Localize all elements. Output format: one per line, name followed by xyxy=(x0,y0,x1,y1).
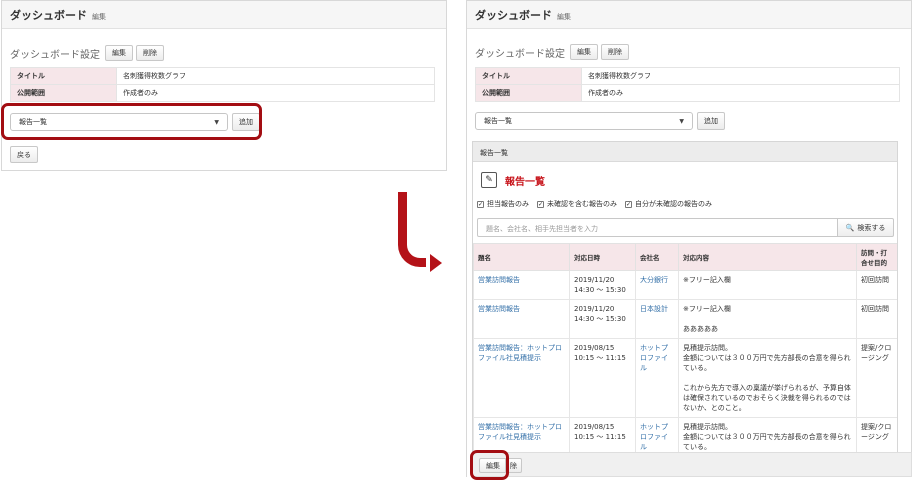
widget-select-value: 報告一覧 xyxy=(484,117,512,125)
chevron-down-icon: ▼ xyxy=(679,117,684,125)
info-value: 作成者のみ xyxy=(116,84,435,102)
add-widget-button[interactable]: 追加 xyxy=(232,113,260,131)
company-link[interactable]: 大分銀行 xyxy=(640,276,668,284)
settings-label: ダッシュボード設定 xyxy=(475,48,565,60)
company-link[interactable]: ホットプロファイル xyxy=(640,423,668,451)
table-row: 営業訪問報告：ホットプロファイル社見積提示 2019/08/15 10:15 ～… xyxy=(473,338,897,418)
widget-header: 報告一覧 xyxy=(473,142,897,162)
table-row: 営業訪問報告：ホットプロファイル社見積提示 2019/08/15 10:15 ～… xyxy=(473,417,897,452)
settings-delete-button[interactable]: 削除 xyxy=(601,44,629,60)
column-header[interactable]: 会社名 xyxy=(635,243,679,271)
page-title: ダッシュボード xyxy=(10,9,87,22)
report-purpose: 初回訪問 xyxy=(856,270,897,300)
arrow-head-icon xyxy=(430,254,442,272)
arrow-icon xyxy=(398,192,426,267)
report-datetime: 2019/08/15 10:15 ～ 11:15 xyxy=(569,417,636,452)
info-table: タイトル 名刺獲得枚数グラフ 公開範囲 作成者のみ xyxy=(10,67,435,102)
report-title-link[interactable]: 営業訪問報告：ホットプロファイル社見積提示 xyxy=(478,344,562,362)
filter-label: 未確認を含む報告のみ xyxy=(547,200,617,208)
filter-label: 自分が未確認の報告のみ xyxy=(635,200,712,208)
info-key: タイトル xyxy=(10,67,117,85)
filter-own-reports[interactable]: ✓ 担当報告のみ xyxy=(477,199,529,209)
info-key: タイトル xyxy=(475,67,582,85)
report-datetime: 2019/11/20 14:30 ～ 15:30 xyxy=(569,270,636,300)
widget-select[interactable]: 報告一覧 ▼ xyxy=(10,113,228,131)
report-datetime: 2019/11/20 14:30 ～ 15:30 xyxy=(569,299,636,339)
column-header[interactable]: 対応内容 xyxy=(678,243,857,271)
settings-row: ダッシュボード設定 編集 削除 xyxy=(475,44,629,60)
search-icon: 🔍 xyxy=(845,223,855,232)
settings-edit-button[interactable]: 編集 xyxy=(570,44,598,60)
settings-row: ダッシュボード設定 編集 削除 xyxy=(10,45,164,61)
page-title: ダッシュボード xyxy=(475,9,552,22)
header-edit-link[interactable]: 編集 xyxy=(92,12,106,22)
company-link[interactable]: 日本設計 xyxy=(640,305,668,313)
widget-select-row: 報告一覧 ▼ 追加 xyxy=(475,112,725,130)
report-title-link[interactable]: 営業訪問報告 xyxy=(478,305,520,313)
report-purpose: 提案/クロージング xyxy=(856,338,897,418)
info-value: 名刺獲得枚数グラフ xyxy=(116,67,435,85)
info-row: タイトル 名刺獲得枚数グラフ xyxy=(475,67,900,85)
info-row: タイトル 名刺獲得枚数グラフ xyxy=(10,67,435,85)
table-row: 営業訪問報告 2019/11/20 14:30 ～ 15:30 日本設計 ※フリ… xyxy=(473,299,897,339)
table-row: 営業訪問報告 2019/11/20 14:30 ～ 15:30 大分銀行 ※フリ… xyxy=(473,270,897,300)
report-purpose: 提案/クロージング xyxy=(856,417,897,452)
info-row: 公開範囲 作成者のみ xyxy=(10,84,435,102)
widget-delete-button[interactable]: 除 xyxy=(505,458,522,473)
search-button[interactable]: 🔍 検索する xyxy=(838,218,894,237)
info-value: 作成者のみ xyxy=(581,84,900,102)
report-title-link[interactable]: 営業訪問報告 xyxy=(478,276,520,284)
settings-delete-button[interactable]: 削除 xyxy=(136,45,164,61)
report-content: ※フリー記入欄 あああああ xyxy=(678,299,857,339)
column-header[interactable]: 題名 xyxy=(473,243,570,271)
report-content: ※フリー記入欄 xyxy=(678,270,857,300)
report-purpose: 初回訪問 xyxy=(856,299,897,339)
column-header[interactable]: 対応日時 xyxy=(569,243,636,271)
settings-edit-button[interactable]: 編集 xyxy=(105,45,133,61)
report-table: 題名 対応日時 会社名 対応内容 訪問・打合せ目的 営業訪問報告 2019/11… xyxy=(473,243,897,452)
widget-select[interactable]: 報告一覧 ▼ xyxy=(475,112,693,130)
info-key: 公開範囲 xyxy=(10,84,117,102)
info-key: 公開範囲 xyxy=(475,84,582,102)
back-button[interactable]: 戻る xyxy=(10,146,38,163)
search-bar: 題名、会社名、相手先担当者を入力 🔍 検索する xyxy=(477,218,894,237)
left-panel-header: ダッシュボード 編集 xyxy=(2,1,446,29)
report-datetime: 2019/08/15 10:15 ～ 11:15 xyxy=(569,338,636,418)
company-link[interactable]: ホットプロファイル xyxy=(640,344,668,372)
widget-select-row: 報告一覧 ▼ 追加 xyxy=(10,113,260,131)
widget-select-value: 報告一覧 xyxy=(19,118,47,126)
settings-label: ダッシュボード設定 xyxy=(10,49,100,61)
report-title-link[interactable]: 営業訪問報告：ホットプロファイル社見積提示 xyxy=(478,423,562,441)
left-dashboard-panel: ダッシュボード 編集 ダッシュボード設定 編集 削除 タイトル 名刺獲得枚数グラ… xyxy=(1,0,447,171)
report-list-widget: 報告一覧 ✎ 報告一覧 ✓ 担当報告のみ ✓ 未確認を含む報告のみ ✓ 自分が未確認の… xyxy=(472,141,898,453)
filter-label: 担当報告のみ xyxy=(487,200,529,208)
info-table: タイトル 名刺獲得枚数グラフ 公開範囲 作成者のみ xyxy=(475,67,900,102)
info-value: 名刺獲得枚数グラフ xyxy=(581,67,900,85)
filter-checkboxes: ✓ 担当報告のみ ✓ 未確認を含む報告のみ ✓ 自分が未確認の報告のみ xyxy=(477,199,712,209)
search-input[interactable]: 題名、会社名、相手先担当者を入力 xyxy=(477,218,838,237)
add-widget-button[interactable]: 追加 xyxy=(697,112,725,130)
header-edit-link[interactable]: 編集 xyxy=(557,12,571,22)
widget-footer: 編集 除 xyxy=(472,452,912,477)
filter-unconfirmed-reports[interactable]: ✓ 未確認を含む報告のみ xyxy=(537,199,617,209)
report-list-title: ✎ 報告一覧 xyxy=(481,172,545,188)
table-header-row: 題名 対応日時 会社名 対応内容 訪問・打合せ目的 xyxy=(473,243,897,271)
report-list-heading: 報告一覧 xyxy=(505,176,545,188)
checkbox-icon[interactable]: ✓ xyxy=(537,200,544,208)
info-row: 公開範囲 作成者のみ xyxy=(475,84,900,102)
checkbox-icon[interactable]: ✓ xyxy=(477,200,484,208)
report-content: 見積提示訪問。 金額については３００万円で先方部長の合意を得られている。 これか… xyxy=(678,338,857,418)
right-panel-header: ダッシュボード 編集 xyxy=(467,1,911,29)
widget-edit-button[interactable]: 編集 xyxy=(479,458,507,473)
report-edit-icon: ✎ xyxy=(481,172,497,188)
search-button-label: 検索する xyxy=(857,223,886,232)
chevron-down-icon: ▼ xyxy=(214,118,219,126)
column-header[interactable]: 訪問・打合せ目的 xyxy=(856,243,897,271)
checkbox-icon[interactable]: ✓ xyxy=(625,200,632,208)
filter-my-unconfirmed[interactable]: ✓ 自分が未確認の報告のみ xyxy=(625,199,712,209)
report-content: 見積提示訪問。 金額については３００万円で先方部長の合意を得られている。 xyxy=(678,417,857,452)
